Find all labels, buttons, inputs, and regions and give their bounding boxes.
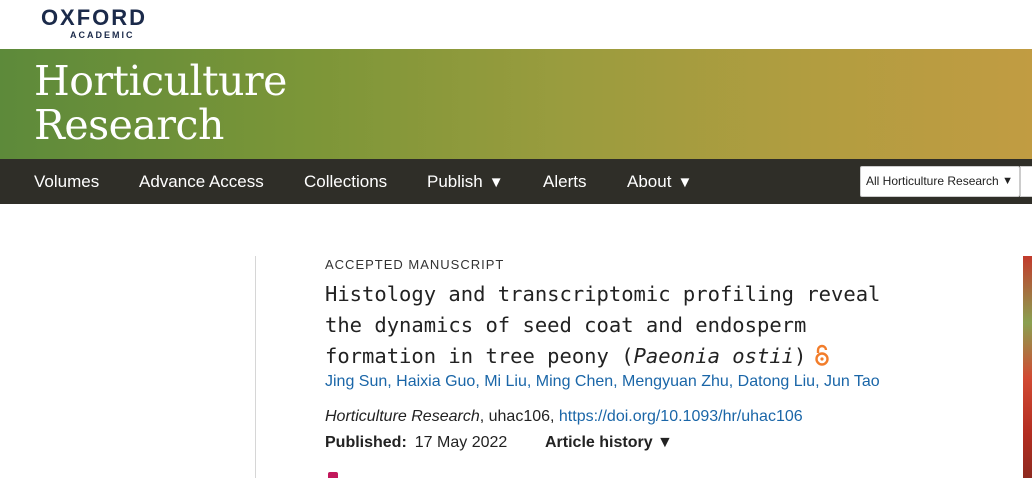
journal-banner: Horticulture Research: [0, 49, 1032, 159]
author-separator: ,: [728, 373, 738, 390]
author-link[interactable]: Ming Chen: [536, 373, 613, 390]
oxford-academic-logo[interactable]: OXFORD ACADEMIC: [34, 5, 154, 41]
nav-volumes[interactable]: Volumes: [34, 159, 99, 204]
nav-publish-label: Publish: [427, 172, 483, 191]
nav-volumes-label: Volumes: [34, 172, 100, 191]
section-marker: [328, 472, 338, 478]
article-title-end: ): [794, 344, 807, 368]
publisher-name: OXFORD: [40, 5, 148, 30]
author-link[interactable]: Jun Tao: [824, 373, 880, 390]
chevron-down-icon: ▼: [488, 174, 504, 191]
author-list: Jing Sun, Haixia Guo, Mi Liu, Ming Chen,…: [325, 373, 880, 391]
search-input[interactable]: [1020, 166, 1032, 197]
author-separator: ,: [387, 373, 397, 390]
citation-article-id: , uhac106,: [479, 408, 559, 425]
nav-publish[interactable]: Publish ▼: [427, 159, 504, 204]
search-scope-select[interactable]: All Horticulture Research ▼: [860, 166, 1020, 197]
author-separator: ,: [815, 373, 824, 390]
article-history-toggle[interactable]: Article history ▼: [545, 434, 673, 452]
nav-advance-access[interactable]: Advance Access: [139, 159, 264, 204]
doi-link[interactable]: https://doi.org/10.1093/hr/uhac106: [559, 408, 803, 425]
search-scope-value: All Horticulture Research: [866, 174, 999, 188]
article-title: Histology and transcriptomic profiling r…: [325, 279, 925, 375]
nav-about-label: About: [627, 172, 672, 191]
search-divider: [1020, 166, 1021, 197]
citation-journal: Horticulture Research: [325, 408, 480, 425]
published-label: Published:: [325, 434, 407, 451]
publication-info: Published: 17 May 2022 Article history ▼: [325, 434, 673, 452]
nav-advance-access-label: Advance Access: [139, 172, 264, 191]
nav-collections-label: Collections: [304, 172, 388, 191]
author-link[interactable]: Datong Liu: [738, 373, 815, 390]
nav-collections[interactable]: Collections: [304, 159, 387, 204]
published-date: 17 May 2022: [414, 434, 508, 451]
journal-title-line2: Research: [34, 101, 224, 149]
left-column-divider: [255, 256, 256, 478]
author-link[interactable]: Mi Liu: [484, 373, 527, 390]
open-access-lock-icon: [814, 344, 830, 375]
chevron-down-icon: ▼: [677, 174, 693, 191]
journal-title-line1: Horticulture: [34, 57, 287, 105]
author-separator: ,: [526, 373, 536, 390]
citation-line: Horticulture Research, uhac106, https://…: [325, 408, 803, 426]
author-link[interactable]: Jing Sun: [325, 373, 387, 390]
article-type-label: ACCEPTED MANUSCRIPT: [325, 257, 505, 272]
author-separator: ,: [613, 373, 623, 390]
publisher-sub: ACADEMIC: [70, 30, 135, 40]
cover-image-edge: [1023, 256, 1032, 478]
author-link[interactable]: Mengyuan Zhu: [622, 373, 729, 390]
journal-title-link[interactable]: Horticulture Research: [34, 59, 287, 147]
article-title-species: Paeonia ostii: [633, 344, 795, 368]
publisher-bar: OXFORD ACADEMIC: [0, 0, 1032, 49]
nav-about[interactable]: About ▼: [627, 159, 692, 204]
nav-alerts-label: Alerts: [543, 172, 587, 191]
nav-alerts[interactable]: Alerts: [543, 159, 586, 204]
chevron-down-icon: ▼: [1002, 175, 1013, 187]
author-separator: ,: [475, 373, 485, 390]
author-link[interactable]: Haixia Guo: [396, 373, 475, 390]
